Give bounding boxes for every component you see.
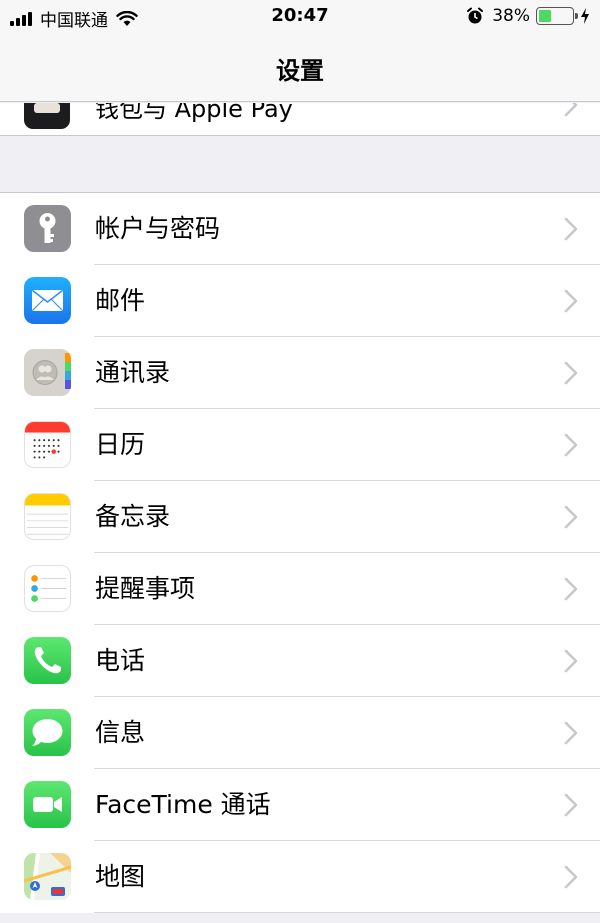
list-item-notes[interactable]: 备忘录 bbox=[0, 481, 600, 553]
list-item-label: 邮件 bbox=[95, 286, 146, 315]
reminders-icon bbox=[24, 565, 71, 612]
alarm-icon bbox=[467, 7, 484, 24]
section-separator bbox=[0, 136, 600, 192]
notes-icon bbox=[24, 493, 71, 540]
battery-icon bbox=[536, 7, 578, 25]
facetime-icon bbox=[24, 781, 71, 828]
list-item-reminders[interactable]: 提醒事项 bbox=[0, 553, 600, 625]
list-item-label: 通讯录 bbox=[95, 358, 171, 387]
chevron-right-icon bbox=[564, 793, 578, 817]
calendar-icon bbox=[24, 421, 71, 468]
list-item-label: 地图 bbox=[95, 862, 146, 891]
list-item-label: 钱包与 Apple Pay bbox=[95, 103, 293, 123]
list-item-label: 信息 bbox=[95, 718, 146, 747]
list-item-mail[interactable]: 邮件 bbox=[0, 265, 600, 337]
list-item-phone[interactable]: 电话 bbox=[0, 625, 600, 697]
battery-percent: 38% bbox=[492, 6, 530, 26]
chevron-right-icon bbox=[564, 865, 578, 889]
maps-icon bbox=[24, 853, 71, 900]
list-item-label: 电话 bbox=[95, 646, 146, 675]
charging-bolt-icon bbox=[581, 8, 589, 24]
list-item-wallet[interactable]: 钱包与 Apple Pay bbox=[0, 103, 600, 136]
page-title: 设置 bbox=[276, 57, 324, 85]
list-item-maps[interactable]: 地图 bbox=[0, 841, 600, 913]
list-item-label: FaceTime 通话 bbox=[95, 790, 271, 819]
list-item-label: 备忘录 bbox=[95, 502, 171, 531]
chevron-right-icon bbox=[564, 361, 578, 385]
list-item-label: 日历 bbox=[95, 430, 146, 459]
status-bar: 中国联通 20:47 38% bbox=[0, 0, 600, 34]
list-item-contacts[interactable]: 通讯录 bbox=[0, 337, 600, 409]
chevron-right-icon bbox=[564, 217, 578, 241]
list-item-label: 帐户与密码 bbox=[95, 214, 221, 243]
messages-icon bbox=[24, 709, 71, 756]
list-item-calendar[interactable]: 日历 bbox=[0, 409, 600, 481]
settings-list: 帐户与密码 邮件 通讯录 日历 备忘录 提醒事项 电话 信息 FaceTime … bbox=[0, 192, 600, 913]
phone-icon bbox=[24, 637, 71, 684]
list-item-accounts-passwords[interactable]: 帐户与密码 bbox=[0, 193, 600, 265]
chevron-right-icon bbox=[564, 433, 578, 457]
chevron-right-icon bbox=[564, 289, 578, 313]
nav-bar: 设置 bbox=[0, 34, 600, 102]
wallet-icon bbox=[24, 103, 70, 129]
chevron-right-icon bbox=[564, 505, 578, 529]
battery-fill bbox=[539, 10, 551, 22]
chevron-right-icon bbox=[564, 103, 578, 117]
mail-icon bbox=[24, 277, 71, 324]
key-icon bbox=[24, 205, 71, 252]
status-right: 38% bbox=[466, 6, 590, 26]
chevron-right-icon bbox=[564, 649, 578, 673]
chevron-right-icon bbox=[564, 577, 578, 601]
chevron-right-icon bbox=[564, 721, 578, 745]
contacts-icon bbox=[24, 349, 71, 396]
list-item-messages[interactable]: 信息 bbox=[0, 697, 600, 769]
list-item-label: 提醒事项 bbox=[95, 574, 196, 603]
list-item-facetime[interactable]: FaceTime 通话 bbox=[0, 769, 600, 841]
